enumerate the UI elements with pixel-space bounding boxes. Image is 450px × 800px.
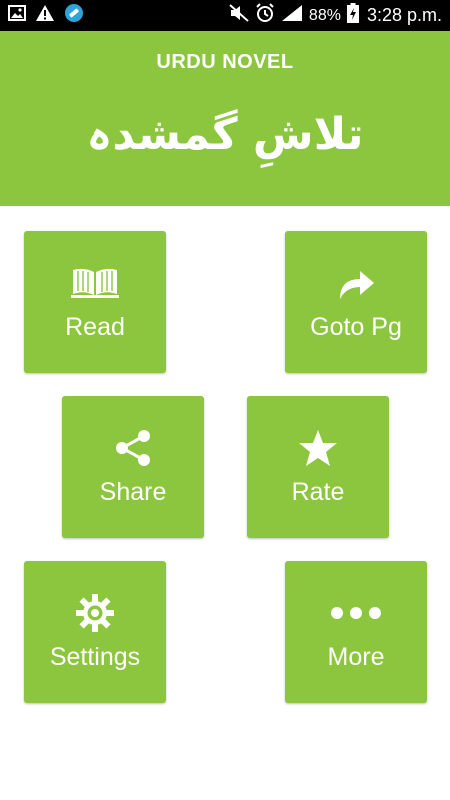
novel-title: تلاشِ گمشدہ: [86, 109, 364, 160]
warning-icon: [35, 4, 55, 27]
share-icon: [62, 428, 204, 468]
alarm-icon: [255, 3, 275, 28]
gear-icon: [24, 593, 166, 633]
settings-button[interactable]: Settings: [24, 561, 166, 703]
app-notification-icon: [64, 3, 84, 28]
goto-page-button[interactable]: Goto Pg: [285, 231, 427, 373]
gallery-notification-icon: [8, 5, 26, 26]
share-button[interactable]: Share: [62, 396, 204, 538]
status-notifications: [8, 3, 84, 28]
more-button[interactable]: More: [285, 561, 427, 703]
more-dots-icon: [285, 593, 427, 633]
share-arrow-icon: [285, 263, 427, 303]
status-system: 88% 3:28 p.m.: [229, 3, 442, 28]
star-icon: [247, 428, 389, 468]
battery-percent: 88%: [308, 6, 341, 24]
app-header: URDU NOVEL تلاشِ گمشدہ: [0, 31, 450, 206]
app-title: URDU NOVEL: [156, 51, 294, 73]
rate-label: Rate: [291, 478, 345, 506]
status-bar: 88% 3:28 p.m.: [0, 0, 450, 31]
signal-icon: [281, 4, 303, 27]
share-label: Share: [99, 478, 167, 506]
settings-label: Settings: [49, 643, 141, 671]
read-button[interactable]: Read: [24, 231, 166, 373]
more-label: More: [327, 643, 385, 671]
goto-page-label: Goto Pg: [310, 313, 402, 341]
read-label: Read: [65, 313, 125, 341]
rate-button[interactable]: Rate: [247, 396, 389, 538]
mute-icon: [229, 4, 249, 27]
battery-charging-icon: [346, 3, 359, 28]
clock: 3:28 p.m.: [366, 5, 442, 25]
book-icon: [24, 263, 166, 303]
